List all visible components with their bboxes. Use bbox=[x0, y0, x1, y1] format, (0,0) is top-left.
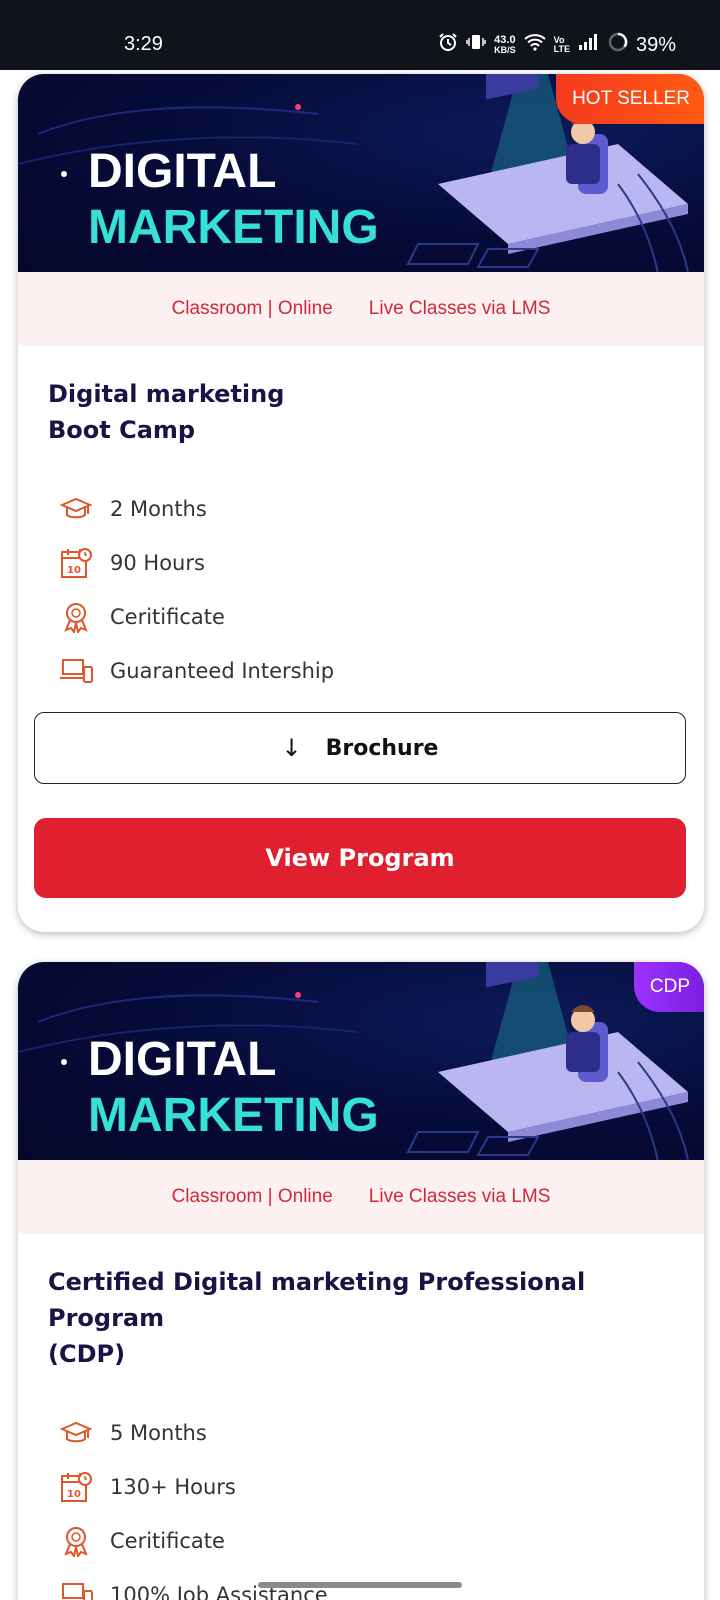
feature-duration: 5 Months bbox=[58, 1406, 704, 1460]
feature-internship: Guaranteed Intership bbox=[58, 644, 704, 698]
calendar-clock-icon: 10 bbox=[58, 1469, 94, 1505]
battery-icon bbox=[608, 32, 628, 58]
award-ribbon-icon bbox=[58, 1523, 94, 1559]
graduation-cap-icon bbox=[58, 491, 94, 527]
delivery-modes: Classroom | Online Live Classes via LMS bbox=[18, 1160, 704, 1234]
course-card[interactable]: DIGITAL MARKETING HOT SELLER Classroom |… bbox=[18, 74, 704, 932]
download-arrow-icon: ↓ bbox=[281, 734, 302, 762]
alarm-icon bbox=[438, 32, 458, 58]
feature-certificate: Ceritificate bbox=[58, 1514, 704, 1568]
svg-text:10: 10 bbox=[67, 565, 81, 576]
status-time: 3:29 bbox=[124, 33, 163, 55]
battery-percent: 39% bbox=[635, 33, 676, 56]
course-title: Certified Digital marketing Professional… bbox=[48, 1268, 586, 1368]
mode-live-classes: Live Classes via LMS bbox=[368, 298, 551, 319]
home-indicator[interactable] bbox=[258, 1582, 462, 1588]
brochure-button[interactable]: ↓ Brochure bbox=[34, 712, 686, 784]
feature-certificate: Ceritificate bbox=[58, 590, 704, 644]
mode-live-classes: Live Classes via LMS bbox=[368, 1186, 551, 1207]
signal-icon bbox=[578, 33, 600, 57]
network-speed: 43.0 KB/S bbox=[494, 34, 516, 56]
banner-title: DIGITAL MARKETING bbox=[88, 1033, 379, 1142]
course-banner: DIGITAL MARKETING CDP bbox=[18, 962, 704, 1160]
feature-duration: 2 Months bbox=[58, 482, 704, 536]
mode-classroom-online: Classroom | Online bbox=[171, 298, 333, 319]
wifi-icon bbox=[523, 33, 546, 57]
delivery-modes: Classroom | Online Live Classes via LMS bbox=[18, 272, 704, 346]
course-list[interactable]: DIGITAL MARKETING HOT SELLER Classroom |… bbox=[0, 70, 720, 1600]
feature-hours: 10 90 Hours bbox=[58, 536, 704, 590]
course-features: 2 Months 10 90 Hours Ceritificate Guaran… bbox=[58, 482, 704, 698]
laptop-phone-icon bbox=[58, 1577, 94, 1600]
status-icons: 43.0 KB/S Vo LTE 39% bbox=[438, 32, 676, 58]
volte-indicator: Vo LTE bbox=[553, 35, 570, 54]
graduation-cap-icon bbox=[58, 1415, 94, 1451]
cdp-badge: CDP bbox=[633, 962, 704, 1012]
course-card[interactable]: DIGITAL MARKETING CDP Classroom | Online… bbox=[18, 962, 704, 1600]
status-bar: 3:29 43.0 KB/S Vo LTE 39% bbox=[0, 0, 720, 70]
svg-text:10: 10 bbox=[67, 1489, 81, 1500]
course-features: 5 Months 10 130+ Hours Ceritificate 100%… bbox=[58, 1406, 704, 1600]
laptop-phone-icon bbox=[58, 653, 94, 689]
hot-seller-badge: HOT SELLER bbox=[556, 74, 704, 124]
feature-hours: 10 130+ Hours bbox=[58, 1460, 704, 1514]
banner-title: DIGITAL MARKETING bbox=[88, 145, 379, 254]
course-title: Digital marketing Boot Camp bbox=[48, 380, 285, 444]
view-program-button[interactable]: View Program bbox=[34, 818, 686, 898]
course-banner: DIGITAL MARKETING HOT SELLER bbox=[18, 74, 704, 272]
award-ribbon-icon bbox=[58, 599, 94, 635]
calendar-clock-icon: 10 bbox=[58, 545, 94, 581]
mode-classroom-online: Classroom | Online bbox=[171, 1186, 333, 1207]
vibrate-icon bbox=[466, 32, 486, 58]
